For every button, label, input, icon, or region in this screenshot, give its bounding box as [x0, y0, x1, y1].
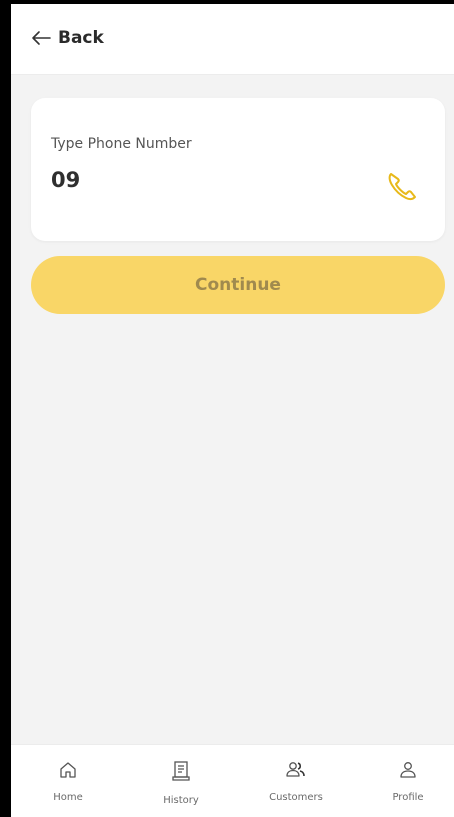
phone-number-card: Type Phone Number: [31, 98, 445, 241]
home-icon: [60, 762, 76, 778]
nav-profile[interactable]: Profile: [363, 745, 453, 817]
users-icon: [286, 762, 305, 777]
nav-profile-label: Profile: [392, 792, 424, 803]
nav-home-label: Home: [53, 792, 83, 803]
user-icon: [400, 762, 416, 778]
continue-label: Continue: [195, 275, 281, 295]
back-label: Back: [58, 28, 104, 48]
device-frame: Back Type Phone Number Continue Home: [0, 0, 454, 817]
top-bar: Back: [11, 4, 454, 75]
phone-icon[interactable]: [384, 168, 420, 204]
nav-home[interactable]: Home: [23, 745, 113, 817]
phone-number-label: Type Phone Number: [51, 136, 192, 152]
bottom-navigation: Home History Customers Profile: [11, 744, 454, 817]
app-screen: Back Type Phone Number Continue Home: [11, 4, 454, 817]
back-button[interactable]: Back: [31, 24, 104, 52]
nav-history-label: History: [163, 795, 199, 806]
nav-customers[interactable]: Customers: [251, 745, 341, 817]
continue-button[interactable]: Continue: [31, 256, 445, 314]
receipt-icon: [172, 761, 190, 781]
phone-number-input[interactable]: [51, 168, 371, 192]
nav-customers-label: Customers: [269, 792, 323, 803]
nav-history[interactable]: History: [136, 745, 226, 817]
arrow-left-icon: [32, 31, 51, 45]
